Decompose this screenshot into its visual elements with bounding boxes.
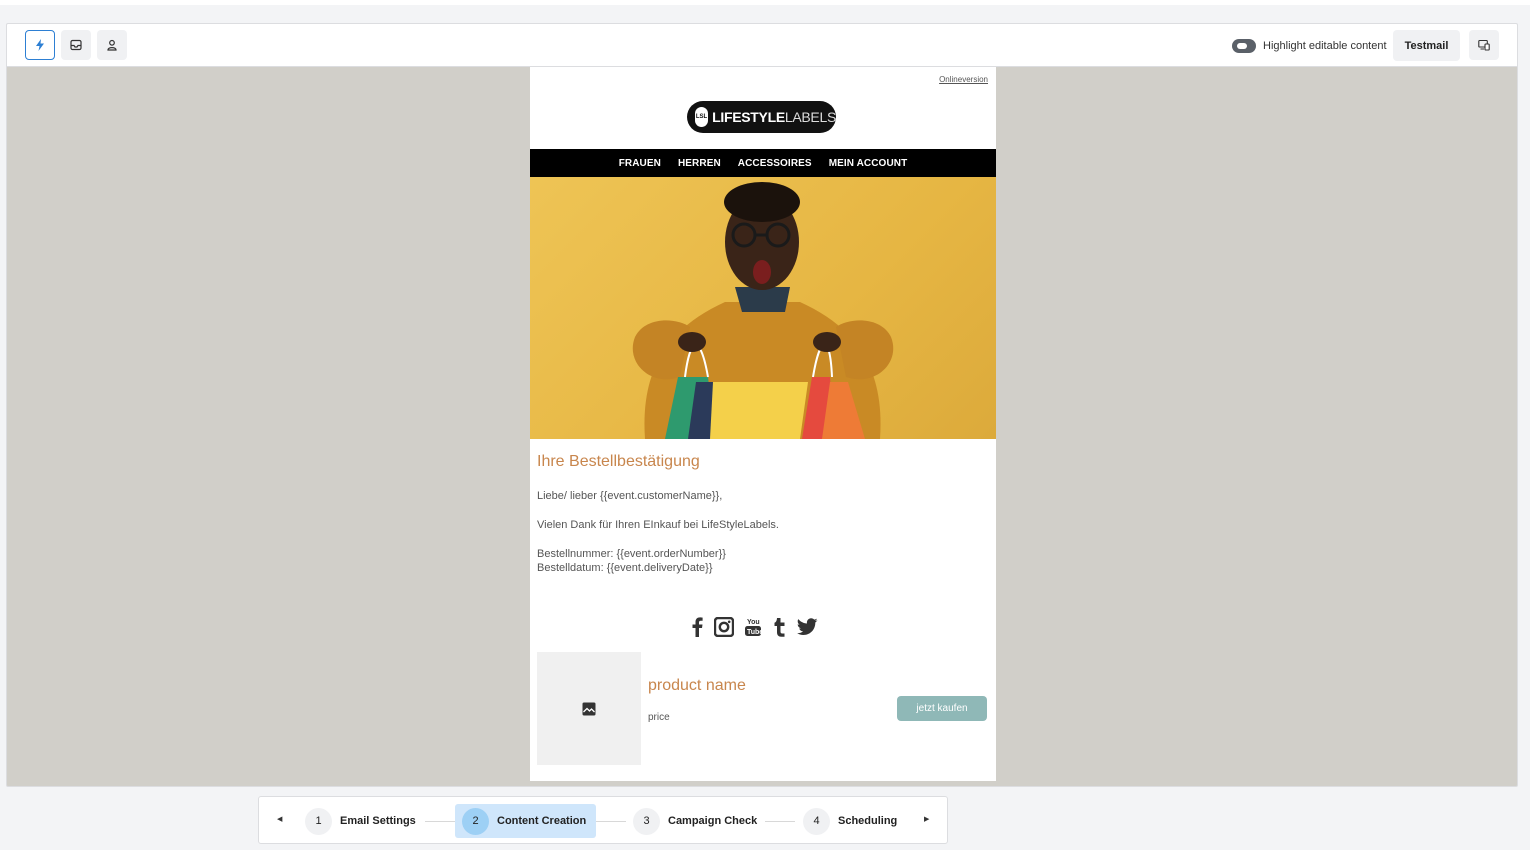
logo-mark: LSL	[695, 107, 709, 127]
step-label: Email Settings	[340, 815, 416, 827]
step-content-creation[interactable]: 2 Content Creation	[455, 804, 597, 838]
lightning-icon	[36, 39, 44, 51]
wizard-stepper: ◀ 1 Email Settings 2 Content Creation 3 …	[258, 796, 948, 844]
product-price[interactable]: price	[648, 712, 670, 723]
email-preview: Onlineversion LSL LIFESTYLELABELS FRAUEN…	[530, 67, 996, 781]
step-connector	[596, 821, 626, 822]
previous-step-icon[interactable]: ◀	[277, 815, 282, 823]
product-name[interactable]: product name	[648, 677, 746, 695]
hero-image[interactable]	[530, 177, 996, 439]
step-label: Content Creation	[497, 815, 587, 827]
online-version-link[interactable]: Onlineversion	[939, 75, 988, 84]
inbox-icon	[70, 39, 82, 51]
svg-text:Tube: Tube	[747, 629, 762, 636]
step-number: 4	[803, 807, 830, 835]
device-preview-button[interactable]	[1469, 30, 1499, 60]
step-scheduling[interactable]: 4 Scheduling	[796, 804, 907, 838]
top-strip	[0, 0, 1530, 5]
hero-illustration	[632, 182, 894, 439]
social-icons: You Tube	[690, 617, 818, 637]
step-email-settings[interactable]: 1 Email Settings	[298, 804, 426, 838]
order-date-text[interactable]: Bestelldatum: {{event.deliveryDate}}	[537, 561, 713, 575]
email-nav: FRAUEN HERREN ACCESSOIRES MEIN ACCOUNT	[530, 149, 996, 177]
nav-item-accessoires[interactable]: ACCESSOIRES	[738, 158, 812, 169]
device-preview-icon	[1478, 39, 1490, 51]
inbox-button[interactable]	[61, 30, 91, 60]
next-step-icon[interactable]: ▶	[924, 815, 929, 823]
step-label: Campaign Check	[668, 815, 758, 827]
step-number: 1	[305, 807, 332, 835]
step-label: Scheduling	[838, 815, 898, 827]
logo-text: LIFESTYLELABELS	[712, 109, 836, 125]
buy-now-button[interactable]: jetzt kaufen	[897, 696, 987, 721]
instagram-icon[interactable]	[714, 617, 734, 637]
logo-text-light: LABELS	[784, 109, 836, 125]
editor-frame: Highlight editable content Testmail Onli…	[6, 23, 1518, 787]
greeting-text[interactable]: Liebe/ lieber {{event.customerName}},	[537, 489, 722, 503]
nav-item-herren[interactable]: HERREN	[678, 158, 721, 169]
highlight-label: Highlight editable content	[1263, 40, 1387, 52]
step-connector	[765, 821, 795, 822]
step-campaign-check[interactable]: 3 Campaign Check	[626, 804, 767, 838]
testmail-button[interactable]: Testmail	[1393, 30, 1460, 61]
product-image-placeholder[interactable]	[537, 652, 641, 765]
highlight-toggle[interactable]: Highlight editable content	[1232, 38, 1387, 54]
step-number: 3	[633, 807, 660, 835]
user-icon	[107, 39, 117, 51]
logo-text-bold: LIFESTYLE	[712, 109, 785, 125]
step-number: 2	[462, 807, 489, 835]
svg-text:You: You	[747, 619, 760, 626]
thanks-text[interactable]: Vielen Dank für Ihren EInkauf bei LifeSt…	[537, 518, 779, 532]
twitter-icon[interactable]	[796, 617, 818, 637]
nav-item-frauen[interactable]: FRAUEN	[619, 158, 661, 169]
toggle-switch[interactable]	[1232, 39, 1256, 53]
facebook-icon[interactable]	[690, 617, 704, 637]
brand-logo[interactable]: LSL LIFESTYLELABELS	[687, 101, 836, 133]
lightning-button[interactable]	[25, 30, 55, 60]
editor-toolbar: Highlight editable content Testmail	[7, 24, 1517, 67]
step-connector	[425, 821, 455, 822]
user-button[interactable]	[97, 30, 127, 60]
tumblr-icon[interactable]	[772, 617, 786, 637]
nav-item-mein-account[interactable]: MEIN ACCOUNT	[829, 158, 908, 169]
email-heading[interactable]: Ihre Bestellbestätigung	[537, 453, 700, 471]
order-number-text[interactable]: Bestellnummer: {{event.orderNumber}}	[537, 547, 726, 561]
image-placeholder-icon	[582, 702, 596, 715]
youtube-icon[interactable]: You Tube	[744, 617, 762, 637]
